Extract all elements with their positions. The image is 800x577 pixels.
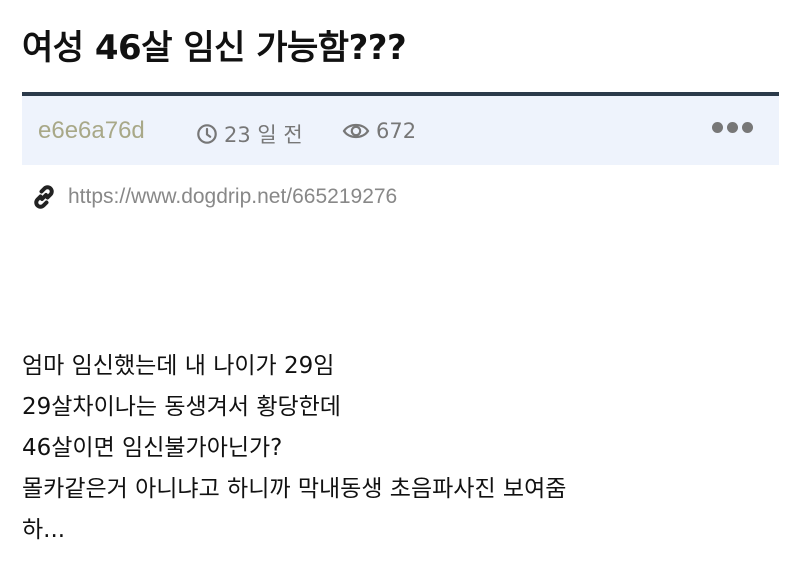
body-line: 몰카같은거 아니냐고 하니까 막내동생 초음파사진 보여줌 [22, 476, 567, 502]
author-name[interactable]: e6e6a76d [38, 117, 145, 145]
post-url[interactable]: https://www.dogdrip.net/665219276 [68, 185, 397, 209]
views-label: 672 [376, 119, 417, 143]
more-dots-icon[interactable] [712, 122, 753, 133]
body-line: 엄마 임신했는데 내 나이가 29임 [22, 353, 335, 379]
clock-icon [197, 124, 217, 144]
post-body: 엄마 임신했는데 내 나이가 29임 29살차이나는 동생겨서 황당한데 46살… [22, 346, 566, 551]
body-line: 46살이면 임신불가아닌가? [22, 435, 283, 461]
post-link[interactable]: https://www.dogdrip.net/665219276 [30, 183, 397, 211]
more-dot [712, 122, 723, 133]
more-dot [742, 122, 753, 133]
body-line: 하... [22, 517, 66, 543]
eye-icon [342, 123, 370, 139]
post-time: 23 일 전 [196, 119, 303, 149]
post-meta-bar: e6e6a76d 23 일 전 672 [22, 92, 779, 165]
body-line: 29살차이나는 동생겨서 황당한데 [22, 394, 341, 420]
more-dot [727, 122, 738, 133]
time-label: 23 일 전 [224, 123, 303, 147]
link-icon [34, 185, 54, 209]
post-title: 여성 46살 임신 가능함??? [22, 28, 407, 68]
view-count: 672 [342, 119, 416, 143]
